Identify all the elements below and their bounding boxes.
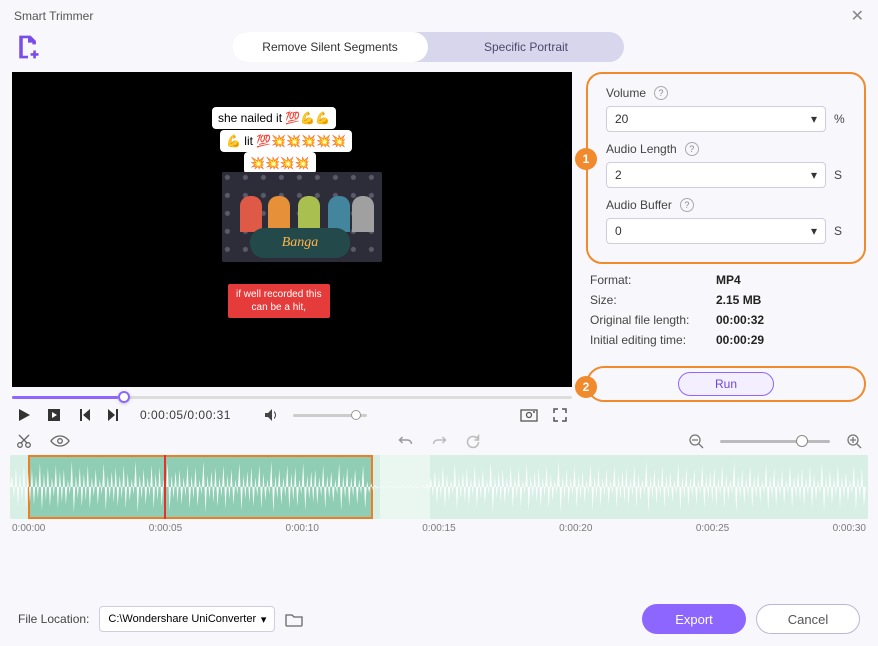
video-frame: Banga <box>222 172 382 262</box>
audio-buffer-label: Audio Buffer <box>606 198 672 212</box>
zoom-slider[interactable] <box>720 440 830 443</box>
preview-pane: she nailed it 💯💪💪 💪 lit 💯💥💥💥💥💥 💥💥💥💥 Bang… <box>12 72 572 425</box>
play-icon[interactable] <box>16 407 32 423</box>
cancel-button[interactable]: Cancel <box>756 604 860 634</box>
audio-length-unit: S <box>834 168 846 182</box>
volume-unit: % <box>834 112 846 126</box>
step-badge-2: 2 <box>575 376 597 398</box>
file-location-label: File Location: <box>18 612 89 626</box>
mode-segmented-control: Remove Silent Segments Specific Portrait <box>232 32 624 62</box>
time-ruler: 0:00:000:00:050:00:100:00:150:00:200:00:… <box>0 519 878 534</box>
zoom-out-icon[interactable] <box>688 433 704 449</box>
open-folder-icon[interactable] <box>285 612 303 627</box>
zoom-in-icon[interactable] <box>846 433 862 449</box>
undo-icon[interactable] <box>398 434 414 449</box>
volume-icon[interactable] <box>263 407 279 423</box>
audio-length-label: Audio Length <box>606 142 677 156</box>
playhead[interactable] <box>164 455 166 519</box>
next-frame-icon[interactable] <box>106 407 122 423</box>
tab-remove-silent[interactable]: Remove Silent Segments <box>232 32 428 62</box>
seek-bar[interactable] <box>12 393 572 401</box>
audio-buffer-select[interactable]: 0▾ <box>606 218 826 244</box>
redo-icon[interactable] <box>432 434 448 449</box>
waveform <box>10 455 868 519</box>
waveform-timeline[interactable] <box>10 455 868 519</box>
app-logo-icon <box>14 33 42 61</box>
file-location-select[interactable]: C:\Wondershare UniConverter▾ <box>99 606 275 632</box>
prev-frame-icon[interactable] <box>76 407 92 423</box>
subtitle-overlay: if well recorded thiscan be a hit, <box>228 284 330 318</box>
chevron-down-icon: ▾ <box>261 613 267 626</box>
run-panel: 2 Run <box>586 366 866 402</box>
video-preview[interactable]: she nailed it 💯💪💪 💪 lit 💯💥💥💥💥💥 💥💥💥💥 Bang… <box>12 72 572 387</box>
tab-specific-portrait[interactable]: Specific Portrait <box>428 32 624 62</box>
volume-label: Volume <box>606 86 646 100</box>
chevron-down-icon: ▾ <box>811 224 817 238</box>
options-panel: 1 Volume? 20▾ % Audio Length? 2▾ S Audio… <box>586 72 866 264</box>
close-icon[interactable]: ✕ <box>851 6 864 26</box>
help-icon[interactable]: ? <box>685 142 699 156</box>
snapshot-icon[interactable] <box>520 407 538 423</box>
refresh-icon[interactable] <box>466 434 481 449</box>
cut-icon[interactable] <box>16 433 32 449</box>
step-badge-1: 1 <box>575 148 597 170</box>
volume-select[interactable]: 20▾ <box>606 106 826 132</box>
overlay-sticker: she nailed it 💯💪💪 <box>212 107 336 129</box>
overlay-sticker: 💪 lit 💯💥💥💥💥💥 <box>220 130 352 152</box>
run-button[interactable]: Run <box>678 372 774 396</box>
chevron-down-icon: ▾ <box>811 168 817 182</box>
eye-icon[interactable] <box>50 434 70 448</box>
export-button[interactable]: Export <box>642 604 746 634</box>
chevron-down-icon: ▾ <box>811 112 817 126</box>
playback-time: 0:00:05/0:00:31 <box>140 408 231 422</box>
volume-slider[interactable] <box>293 414 367 417</box>
help-icon[interactable]: ? <box>680 198 694 212</box>
stop-icon[interactable] <box>46 407 62 423</box>
audio-length-select[interactable]: 2▾ <box>606 162 826 188</box>
help-icon[interactable]: ? <box>654 86 668 100</box>
file-info: Format:MP4 Size:2.15 MB Original file le… <box>586 264 866 350</box>
scene-banner: Banga <box>250 228 350 258</box>
overlay-sticker: 💥💥💥💥 <box>244 152 316 174</box>
audio-buffer-unit: S <box>834 224 846 238</box>
window-title: Smart Trimmer <box>14 9 93 23</box>
fullscreen-icon[interactable] <box>552 407 568 423</box>
